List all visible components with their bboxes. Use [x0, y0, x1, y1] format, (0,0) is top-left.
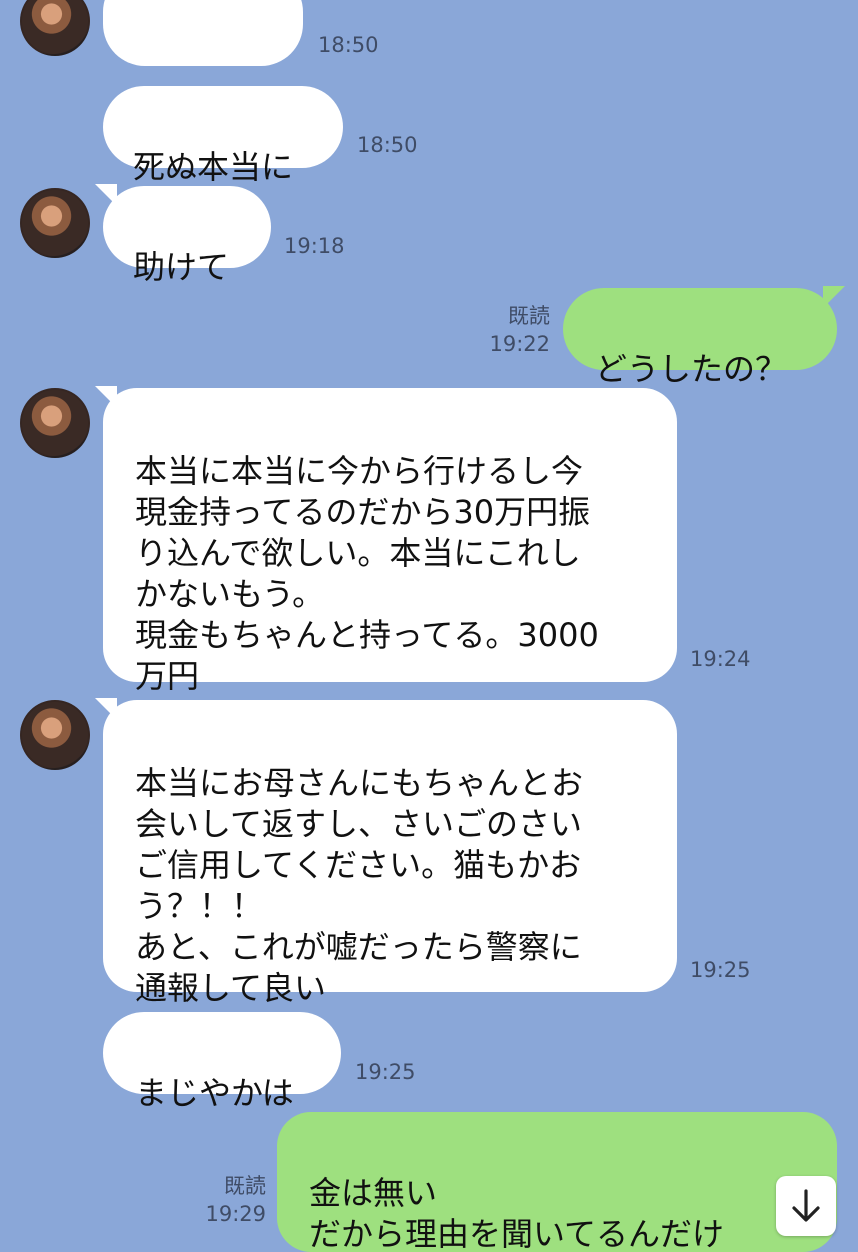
avatar[interactable]	[20, 188, 90, 258]
read-receipt: 既読	[224, 1174, 266, 1198]
avatar[interactable]	[20, 388, 90, 458]
message-bubble[interactable]: 本当に本当に今から行けるし今 現金持ってるのだから30万円振 り込んで欲しい。本…	[95, 386, 677, 695]
message-bubble[interactable]: 金は無い だから理由を聞いてるんだけ	[277, 1112, 837, 1252]
message-text: 死ぬ本当に	[133, 148, 294, 186]
message-meta: 既読 19:29	[196, 1172, 266, 1228]
chat-view[interactable]: 18:50 死ぬ本当に 18:50 助けて 19:18 既読 19:22 どうし…	[0, 0, 858, 1252]
avatar[interactable]	[20, 700, 90, 770]
message-text: 金は無い だから理由を聞いてるんだけ	[309, 1174, 725, 1252]
message-text: どうしたの？	[595, 350, 788, 388]
message-text: 本当にお母さんにもちゃんとお 会いして返すし、さいごのさい ご信用してください。…	[135, 764, 584, 1007]
message-text: まじやかは	[135, 1074, 294, 1112]
message-bubble[interactable]: まじやかは	[103, 1012, 341, 1112]
message-time: 19:25	[690, 958, 751, 982]
message-bubble[interactable]: 本当にお母さんにもちゃんとお 会いして返すし、さいごのさい ご信用してください。…	[95, 698, 677, 1007]
message-time: 18:50	[357, 133, 418, 157]
message-time: 19:22	[489, 332, 550, 356]
message-bubble[interactable]	[103, 0, 303, 66]
message-meta: 既読 19:22	[480, 302, 550, 358]
message-time: 18:50	[318, 33, 379, 57]
message-time: 19:29	[205, 1202, 266, 1226]
message-text: 助けて	[133, 248, 230, 286]
message-time: 19:18	[284, 234, 345, 258]
read-receipt: 既読	[508, 304, 550, 328]
arrow-down-icon	[792, 1189, 820, 1222]
message-bubble[interactable]: 助けて	[95, 184, 271, 286]
avatar[interactable]	[20, 0, 90, 56]
message-bubble[interactable]: どうしたの？	[563, 286, 845, 388]
message-time: 19:25	[355, 1060, 416, 1084]
scroll-to-bottom-button[interactable]	[776, 1176, 836, 1236]
message-time: 19:24	[690, 647, 751, 671]
message-bubble[interactable]: 死ぬ本当に	[103, 86, 343, 186]
message-text: 本当に本当に今から行けるし今 現金持ってるのだから30万円振 り込んで欲しい。本…	[135, 452, 599, 695]
